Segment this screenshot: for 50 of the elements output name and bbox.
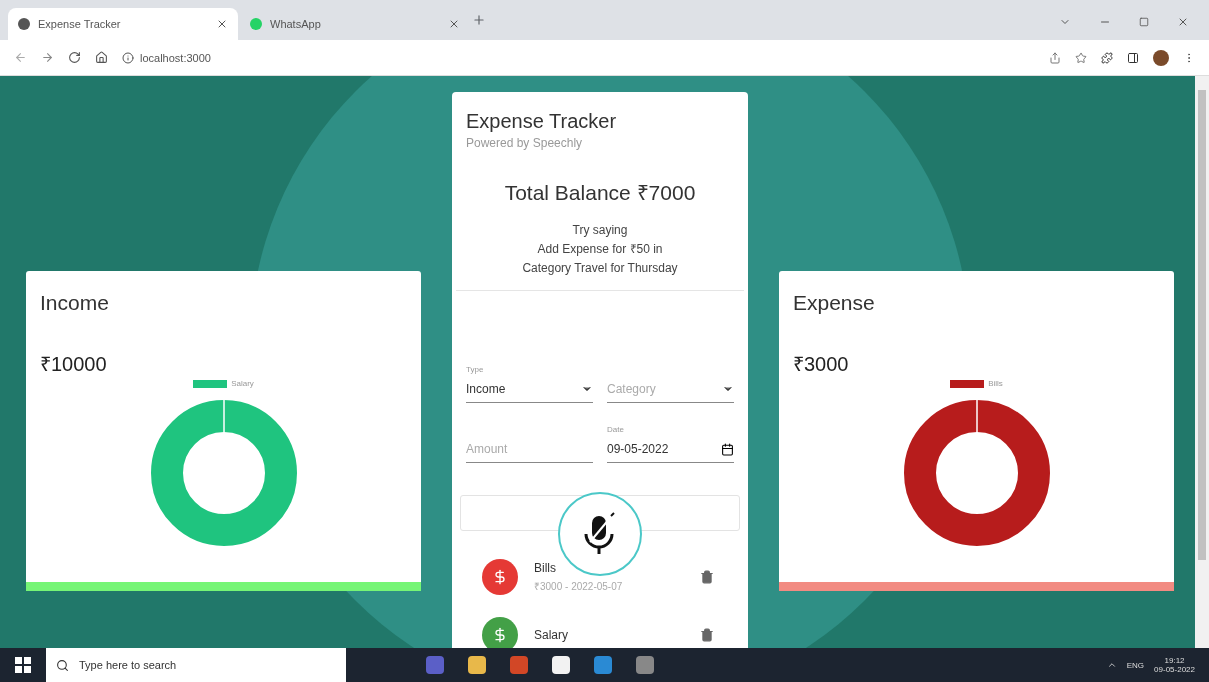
- legend-label: Bills: [988, 379, 1003, 388]
- taskbar-folder-icon[interactable]: [468, 656, 486, 674]
- info-icon[interactable]: [122, 51, 134, 64]
- maximize-icon[interactable]: [1139, 17, 1149, 27]
- taskbar-app-icon[interactable]: [510, 656, 528, 674]
- transaction-name: Salary: [534, 628, 569, 642]
- taskbar-code-editor-icon[interactable]: [594, 656, 612, 674]
- language-indicator[interactable]: ENG: [1126, 660, 1145, 670]
- hint-text: Try saying: [571, 222, 629, 239]
- app-title: Expense Tracker: [466, 109, 618, 133]
- bookmark-star-icon[interactable]: [1075, 51, 1087, 64]
- search-icon: [56, 658, 69, 672]
- profile-avatar[interactable]: [1153, 49, 1169, 66]
- total-balance: Total Balance ₹7000: [503, 180, 697, 206]
- delete-icon[interactable]: [700, 570, 714, 584]
- close-icon[interactable]: [1177, 16, 1189, 28]
- hint-text: Add Expense for ₹50 in: [536, 241, 664, 258]
- field-label: Type: [466, 365, 485, 376]
- taskbar-document-icon[interactable]: [552, 656, 570, 674]
- tab-favicon: [18, 18, 30, 30]
- app-subtitle: Powered by Speechly: [466, 136, 584, 150]
- taskbar-clock[interactable]: 19:12 09-05-2022: [1154, 656, 1195, 674]
- card-title: Income: [39, 290, 110, 315]
- delete-icon[interactable]: [700, 628, 714, 642]
- type-select[interactable]: Income: [466, 376, 593, 403]
- side-panel-icon[interactable]: [1127, 51, 1139, 64]
- calendar-icon[interactable]: [721, 442, 734, 456]
- taskbar-settings-icon[interactable]: [636, 656, 654, 674]
- legend-label: Salary: [231, 379, 254, 388]
- browser-tab[interactable]: WhatsApp: [240, 8, 470, 40]
- close-icon[interactable]: [448, 18, 460, 30]
- forward-icon[interactable]: [41, 51, 54, 64]
- card-amount: ₹3000: [792, 352, 850, 377]
- share-icon[interactable]: [1049, 51, 1061, 64]
- home-icon[interactable]: [95, 51, 108, 64]
- close-icon[interactable]: [216, 18, 228, 30]
- card-amount: ₹10000: [39, 352, 108, 377]
- browser-tab[interactable]: Expense Tracker: [8, 8, 238, 40]
- transaction-name: Bills: [534, 561, 557, 575]
- field-label: Date: [607, 425, 625, 436]
- tray-expand-icon[interactable]: [1106, 660, 1117, 670]
- transaction-detail: ₹3000 - 2022-05-07: [534, 580, 624, 593]
- tab-favicon: [250, 18, 262, 30]
- extensions-icon[interactable]: [1101, 51, 1113, 64]
- address-bar[interactable]: localhost:3000: [140, 51, 211, 64]
- card-title: Expense: [792, 290, 876, 315]
- taskbar-search-field[interactable]: Type here to search: [46, 648, 346, 682]
- date-field[interactable]: 09-05-2022: [607, 436, 734, 463]
- reload-icon[interactable]: [68, 51, 81, 64]
- hint-text: Category Travel for Thursday: [521, 260, 679, 277]
